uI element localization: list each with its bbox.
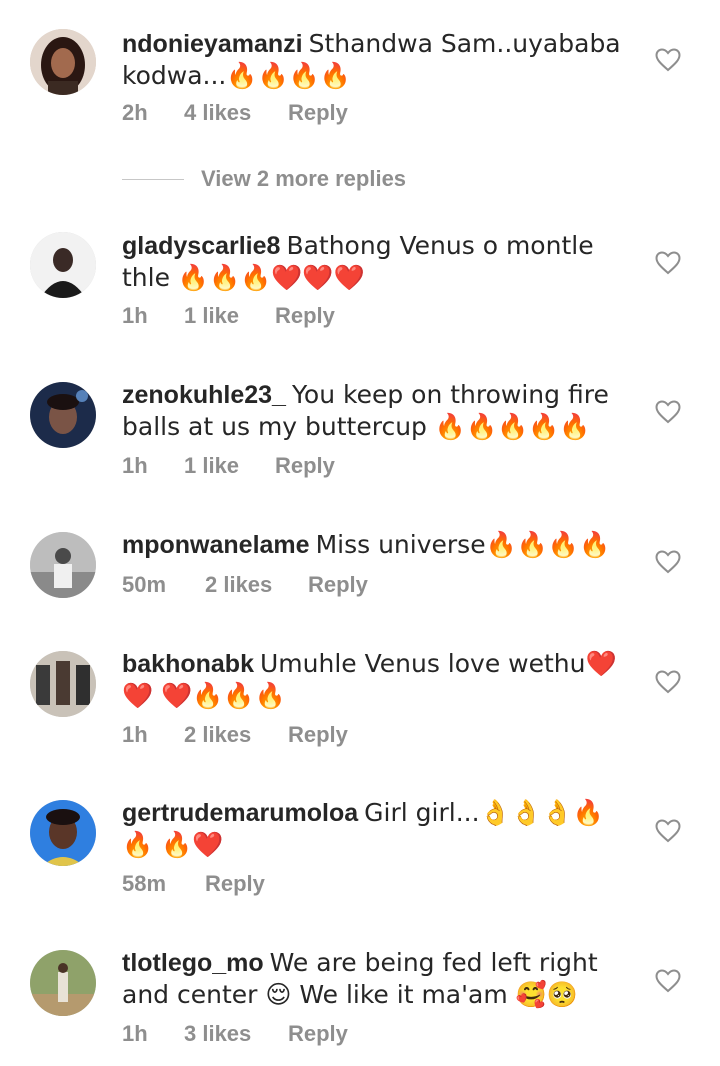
replies-divider bbox=[122, 178, 184, 180]
reply-button[interactable]: Reply bbox=[275, 453, 335, 479]
view-more-replies[interactable]: View 2 more replies bbox=[122, 164, 406, 194]
avatar[interactable] bbox=[30, 950, 96, 1016]
avatar[interactable] bbox=[30, 800, 96, 866]
comment-likes[interactable]: 1 like bbox=[184, 453, 275, 479]
heart-outline-icon[interactable] bbox=[655, 670, 681, 694]
comment-likes[interactable]: 4 likes bbox=[184, 100, 288, 126]
reply-button[interactable]: Reply bbox=[205, 871, 265, 897]
reply-button[interactable]: Reply bbox=[308, 572, 368, 598]
comment-username[interactable]: gladyscarlie8 bbox=[122, 232, 280, 260]
comment-username[interactable]: gertrudemarumoloa bbox=[122, 799, 358, 827]
heart-outline-icon[interactable] bbox=[655, 819, 681, 843]
heart-outline-icon[interactable] bbox=[655, 48, 681, 72]
avatar[interactable] bbox=[30, 651, 96, 717]
heart-outline-icon[interactable] bbox=[655, 969, 681, 993]
comment-body: gladyscarlie8 Bathong Venus o montle thle… bbox=[122, 230, 622, 294]
reply-button[interactable]: Reply bbox=[275, 303, 335, 329]
comment-meta: 2h 4 likes Reply bbox=[122, 100, 348, 126]
heart-outline-icon[interactable] bbox=[655, 251, 681, 275]
comment-username[interactable]: bakhonabk bbox=[122, 650, 254, 678]
comment-body: gertrudemarumoloa Girl girl...👌👌👌🔥🔥 🔥❤️ bbox=[122, 797, 622, 861]
comment-username[interactable]: tlotlego_mo bbox=[122, 949, 264, 977]
comment-time: 58m bbox=[122, 871, 167, 896]
avatar[interactable] bbox=[30, 532, 96, 598]
avatar[interactable] bbox=[30, 382, 96, 448]
comment-body: mponwanelame Miss universe🔥🔥🔥🔥 bbox=[122, 529, 622, 561]
comment-time: 1h bbox=[122, 1021, 148, 1046]
comment-meta: 1h 2 likes Reply bbox=[122, 722, 348, 748]
avatar[interactable] bbox=[30, 232, 96, 298]
reply-button[interactable]: Reply bbox=[288, 100, 348, 126]
comment-meta: 1h 1 like Reply bbox=[122, 303, 335, 329]
view-more-replies-label[interactable]: View 2 more replies bbox=[201, 166, 406, 192]
comment-time: 1h bbox=[122, 453, 148, 478]
comment-meta: 58m Reply bbox=[122, 871, 265, 897]
comment-likes[interactable]: 1 like bbox=[184, 303, 275, 329]
comment-username[interactable]: mponwanelame bbox=[122, 531, 310, 559]
comment-time: 2h bbox=[122, 100, 148, 125]
reply-button[interactable]: Reply bbox=[288, 1021, 348, 1047]
comment-time: 1h bbox=[122, 303, 148, 328]
comment-body: bakhonabk Umuhle Venus love wethu❤️❤️ ❤️🔥… bbox=[122, 648, 622, 712]
reply-button[interactable]: Reply bbox=[288, 722, 348, 748]
heart-outline-icon[interactable] bbox=[655, 550, 681, 574]
comment-body: ndonieyamanzi Sthandwa Sam..uyababa kodwa… bbox=[122, 28, 622, 92]
comment-time: 1h bbox=[122, 722, 148, 747]
comment-likes[interactable]: 2 likes bbox=[205, 572, 308, 598]
heart-outline-icon[interactable] bbox=[655, 400, 681, 424]
comment-time: 50m bbox=[122, 572, 167, 597]
comment-username[interactable]: ndonieyamanzi bbox=[122, 30, 303, 58]
comment-meta: 50m 2 likes Reply bbox=[122, 572, 368, 598]
comment-username[interactable]: zenokuhle23_ bbox=[122, 381, 286, 409]
comment-meta: 1h 1 like Reply bbox=[122, 453, 335, 479]
comment-likes[interactable]: 3 likes bbox=[184, 1021, 288, 1047]
comment-body: tlotlego_mo We are being fed left right a… bbox=[122, 947, 622, 1011]
comment-body: zenokuhle23_ You keep on throwing fire ba… bbox=[122, 379, 622, 443]
comment-likes[interactable]: 2 likes bbox=[184, 722, 288, 748]
comment-meta: 1h 3 likes Reply bbox=[122, 1021, 348, 1047]
avatar[interactable] bbox=[30, 29, 96, 95]
comment-text: Miss universe🔥🔥🔥🔥 bbox=[315, 530, 611, 559]
